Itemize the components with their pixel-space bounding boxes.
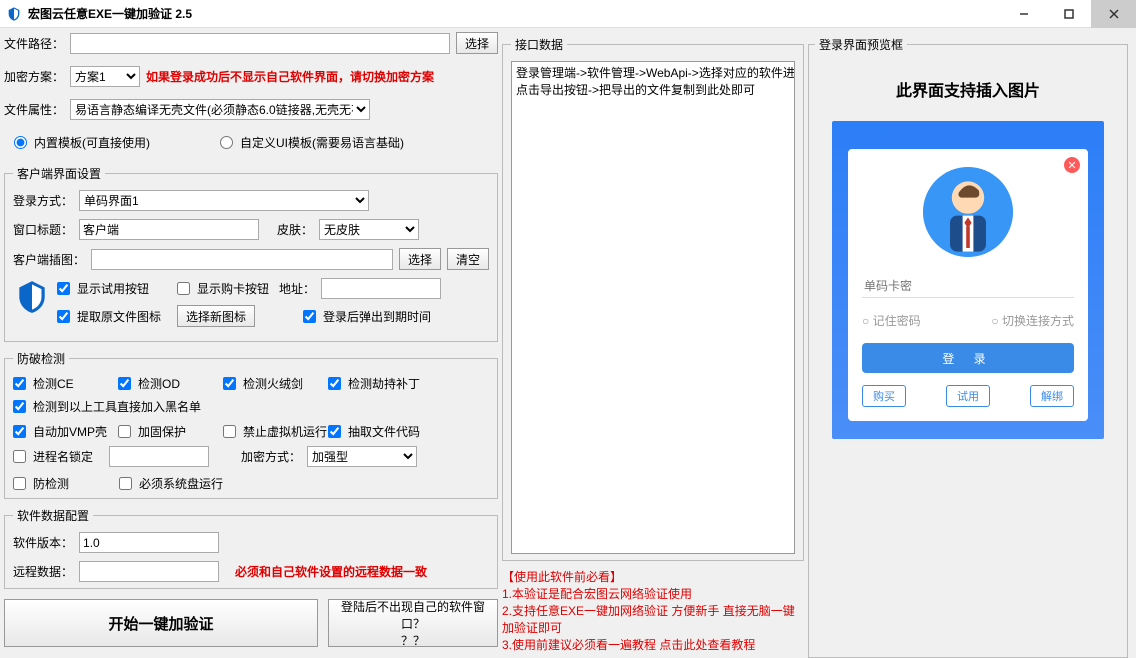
login-mode-select[interactable]: 单码界面1	[79, 190, 369, 211]
login-preview-card: ✕	[832, 121, 1104, 439]
trial-button[interactable]: 试用	[946, 385, 990, 407]
notice-line-2: 2.支持任意EXE一键加网络验证 方便新手 直接无脑一键加验证即可	[502, 603, 804, 637]
window-title: 宏图云任意EXE一键加验证 2.5	[28, 5, 192, 22]
remote-data-label: 远程数据：	[13, 563, 73, 580]
help-button[interactable]: 登陆后不出现自己的软件窗口？ ？？	[328, 599, 498, 647]
app-icon	[6, 6, 22, 22]
api-data-textarea[interactable]: 登录管理端->软件管理->WebApi->选择对应的软件进 点击导出按钮->把导…	[511, 61, 795, 554]
skin-select[interactable]: 无皮肤	[319, 219, 419, 240]
proc-lock-checkbox[interactable]: 进程名锁定	[13, 448, 103, 465]
harden-checkbox[interactable]: 加固保护	[118, 423, 223, 440]
plan-label: 加密方案：	[4, 68, 64, 85]
client-image-choose-button[interactable]: 选择	[399, 248, 441, 270]
attr-select[interactable]: 易语言静态编译无壳文件(必须静态6.0链接器,无壳无花)	[70, 99, 370, 120]
popup-expire-checkbox[interactable]: 登录后弹出到期时间	[303, 308, 431, 325]
notice-line-3: 3.使用前建议必须看一遍教程 点击此处查看教程	[502, 637, 804, 654]
detect-od-checkbox[interactable]: 检测OD	[118, 375, 223, 392]
file-path-input[interactable]	[70, 33, 450, 54]
start-verify-button[interactable]: 开始一键加验证	[4, 599, 318, 647]
anti-crack-fieldset: 防破检测 检测CE 检测OD 检测火绒剑 检测劫持补丁 检测到以上工具直接加入黑…	[4, 350, 498, 499]
minimize-button[interactable]	[1001, 0, 1046, 28]
show-trial-checkbox[interactable]: 显示试用按钮	[57, 280, 149, 297]
template-custom-radio[interactable]: 自定义UI模板(需要易语言基础)	[220, 134, 404, 151]
preview-title: 此界面支持插入图片	[815, 77, 1121, 101]
detect-hijack-checkbox[interactable]: 检测劫持补丁	[328, 375, 468, 392]
remember-password-option[interactable]: 记住密码	[862, 312, 921, 329]
anti-crack-legend: 防破检测	[13, 350, 69, 367]
client-image-clear-button[interactable]: 清空	[447, 248, 489, 270]
plan-select[interactable]: 方案1	[70, 66, 140, 87]
choose-new-icon-button[interactable]: 选择新图标	[177, 305, 255, 327]
login-mode-label: 登录方式：	[13, 192, 73, 209]
attr-label: 文件属性：	[4, 101, 64, 118]
remote-warning: 必须和自己软件设置的远程数据一致	[235, 563, 427, 580]
show-buycard-checkbox[interactable]: 显示购卡按钮	[177, 280, 269, 297]
extract-icon-checkbox[interactable]: 提取原文件图标	[57, 308, 161, 325]
detect-fire-checkbox[interactable]: 检测火绒剑	[223, 375, 328, 392]
login-button[interactable]: 登 录	[862, 343, 1074, 373]
auto-vmp-checkbox[interactable]: 自动加VMP壳	[13, 423, 118, 440]
version-input[interactable]	[79, 532, 219, 553]
no-vm-checkbox[interactable]: 禁止虚拟机运行	[223, 423, 328, 440]
window-title-input[interactable]	[79, 219, 259, 240]
buy-button[interactable]: 购买	[862, 385, 906, 407]
addr-input[interactable]	[321, 278, 441, 299]
enc-mode-label: 加密方式：	[241, 448, 301, 465]
proc-lock-input[interactable]	[109, 446, 209, 467]
client-image-input[interactable]	[91, 249, 393, 270]
file-choose-button[interactable]: 选择	[456, 32, 498, 54]
close-button[interactable]	[1091, 0, 1136, 28]
window-title-label: 窗口标题：	[13, 221, 73, 238]
software-data-fieldset: 软件数据配置 软件版本： 远程数据： 必须和自己软件设置的远程数据一致	[4, 507, 498, 589]
detect-ce-checkbox[interactable]: 检测CE	[13, 375, 118, 392]
client-ui-legend: 客户端界面设置	[13, 165, 105, 182]
titlebar: 宏图云任意EXE一键加验证 2.5	[0, 0, 1136, 28]
version-label: 软件版本：	[13, 534, 73, 551]
avatar	[923, 167, 1013, 257]
unbind-button[interactable]: 解绑	[1030, 385, 1074, 407]
maximize-button[interactable]	[1046, 0, 1091, 28]
api-data-fieldset: 接口数据 登录管理端->软件管理->WebApi->选择对应的软件进 点击导出按…	[502, 36, 804, 561]
plan-warning: 如果登录成功后不显示自己软件界面，请切换加密方案	[146, 68, 434, 85]
enc-mode-select[interactable]: 加强型	[307, 446, 417, 467]
skin-label: 皮肤：	[277, 221, 313, 238]
notice-block: 【使用此软件前必看】 1.本验证是配合宏图云网络验证使用 2.支持任意EXE一键…	[502, 569, 804, 654]
switch-connection-option[interactable]: 切换连接方式	[991, 312, 1074, 329]
preview-fieldset: 登录界面预览框 此界面支持插入图片 ✕	[808, 36, 1128, 658]
remote-data-input[interactable]	[79, 561, 219, 582]
template-builtin-radio[interactable]: 内置模板(可直接使用)	[14, 134, 150, 151]
client-image-label: 客户端插图：	[13, 251, 85, 268]
api-data-legend: 接口数据	[511, 36, 567, 53]
notice-line-1: 1.本验证是配合宏图云网络验证使用	[502, 586, 804, 603]
preview-legend: 登录界面预览框	[815, 36, 907, 53]
client-ui-fieldset: 客户端界面设置 登录方式： 单码界面1 窗口标题： 皮肤： 无皮肤 客户端插图：…	[4, 165, 498, 342]
must-sysdisk-checkbox[interactable]: 必须系统盘运行	[119, 475, 223, 492]
anti-detect-checkbox[interactable]: 防检测	[13, 475, 113, 492]
shield-icon	[13, 278, 51, 316]
blacklist-checkbox[interactable]: 检测到以上工具直接加入黑名单	[13, 398, 201, 415]
file-path-label: 文件路径：	[4, 35, 64, 52]
addr-label: 地址：	[279, 280, 315, 297]
software-data-legend: 软件数据配置	[13, 507, 93, 524]
card-key-input[interactable]	[862, 275, 1074, 298]
close-icon[interactable]: ✕	[1064, 157, 1080, 173]
extract-code-checkbox[interactable]: 抽取文件代码	[328, 423, 468, 440]
notice-header: 【使用此软件前必看】	[502, 569, 804, 586]
